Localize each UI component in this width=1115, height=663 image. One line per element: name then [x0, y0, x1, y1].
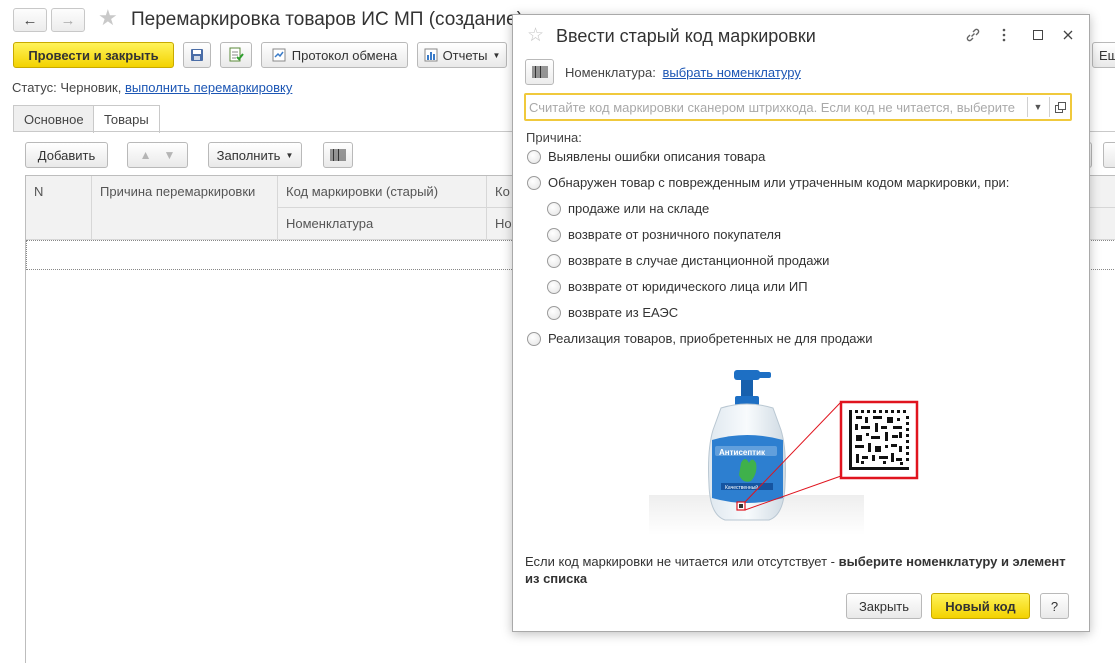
- tab-main[interactable]: Основное: [13, 105, 95, 132]
- tab-goods[interactable]: Товары: [93, 105, 160, 133]
- maximize-icon[interactable]: [1028, 25, 1048, 45]
- product-illustration: Антисептик Качественный: [649, 360, 921, 535]
- close-button[interactable]: Закрыть: [846, 593, 922, 619]
- reason-option-remote-sale-return[interactable]: возврате в случае дистанционной продажи: [547, 253, 829, 268]
- open-form-icon[interactable]: [1050, 97, 1070, 117]
- radio-button[interactable]: [527, 175, 541, 190]
- radio-button[interactable]: [547, 227, 561, 242]
- hint-plain: Если код маркировки не читается или отсу…: [525, 554, 835, 569]
- reason-option-label: Выявлены ошибки описания товара: [548, 149, 766, 164]
- reason-option-label: возврате из ЕАЭС: [568, 305, 679, 320]
- document-title: Перемаркировка товаров ИС МП (создание): [131, 9, 524, 30]
- floppy-disk-icon: [191, 49, 203, 61]
- move-down-icon[interactable]: ▼: [164, 148, 176, 162]
- reason-option-label: Обнаружен товар с поврежденным или утрач…: [548, 175, 1010, 190]
- radio-button[interactable]: [547, 305, 561, 320]
- reason-option-label: возврате в случае дистанционной продажи: [568, 253, 830, 268]
- save-button[interactable]: [183, 42, 211, 68]
- chevron-down-icon: ▼: [492, 50, 501, 60]
- more-vert-icon[interactable]: [994, 25, 1014, 45]
- reason-option-legal-entity-return[interactable]: возврате от юридического лица или ИП: [547, 279, 808, 294]
- chevron-down-icon: ▼: [285, 150, 294, 160]
- hint-text: Если код маркировки не читается или отсу…: [525, 553, 1080, 587]
- radio-button[interactable]: [527, 149, 541, 164]
- reason-option-label: продаже или на складе: [568, 201, 710, 216]
- table-extra-button-2[interactable]: [1103, 142, 1115, 168]
- column-header-n[interactable]: N: [26, 176, 92, 240]
- reason-option-not-for-sale[interactable]: Реализация товаров, приобретенных не для…: [527, 331, 873, 346]
- scan-code-input[interactable]: [529, 97, 1025, 117]
- radio-button[interactable]: [547, 279, 561, 294]
- back-button[interactable]: ←: [13, 8, 47, 32]
- column-header-nomenclature[interactable]: Номенклатура: [278, 208, 487, 240]
- radio-button[interactable]: [547, 253, 561, 268]
- exchange-log-icon: [272, 48, 286, 62]
- help-button[interactable]: ?: [1040, 593, 1069, 619]
- reports-icon: [424, 48, 438, 62]
- forward-button[interactable]: →: [51, 8, 85, 32]
- select-nomenclature-link[interactable]: выбрать номенклатуру: [662, 65, 800, 80]
- scan-barcode-button[interactable]: [323, 142, 353, 168]
- reason-option-retail-return[interactable]: возврате от розничного покупателя: [547, 227, 781, 242]
- datamatrix-code-icon: [849, 410, 909, 470]
- more-button[interactable]: Еще: [1092, 42, 1115, 68]
- nomenclature-row: Номенклатура: выбрать номенклатуру: [565, 65, 801, 80]
- dialog-title: Ввести старый код маркировки: [556, 26, 816, 46]
- post-and-close-button[interactable]: Провести и закрыть: [13, 42, 174, 68]
- dropdown-chevron-icon[interactable]: ▼: [1028, 97, 1048, 117]
- status-value: Черновик,: [60, 80, 122, 95]
- reason-label: Причина:: [526, 130, 582, 145]
- reason-option-label: возврате от юридического лица или ИП: [568, 279, 808, 294]
- radio-button[interactable]: [527, 331, 541, 346]
- product-sublabel-text: Качественный: [725, 484, 758, 491]
- reason-option-label: возврате от розничного покупателя: [568, 227, 782, 242]
- arrow-left-icon: ←: [22, 11, 38, 29]
- scan-code-field: ▼: [524, 93, 1072, 121]
- link-icon[interactable]: [963, 25, 983, 45]
- column-header-old-code[interactable]: Код маркировки (старый): [278, 176, 487, 208]
- exchange-log-button[interactable]: Протокол обмена: [261, 42, 408, 68]
- move-rows-group: ▲ ▼: [127, 142, 188, 168]
- more-label: Еще: [1099, 47, 1115, 63]
- add-row-button[interactable]: Добавить: [25, 142, 108, 168]
- reason-option-description-errors[interactable]: Выявлены ошибки описания товара: [527, 149, 765, 164]
- column-header-reason[interactable]: Причина перемаркировки: [92, 176, 278, 240]
- enter-old-code-dialog: ☆ Ввести старый код маркировки Номенклат…: [512, 14, 1090, 632]
- nomenclature-label: Номенклатура:: [565, 65, 656, 80]
- favorite-star-icon[interactable]: ☆: [527, 26, 544, 45]
- status-row: Статус: Черновик, выполнить перемаркиров…: [12, 80, 292, 95]
- barcode-icon: [532, 66, 547, 78]
- barcode-icon: [330, 149, 346, 161]
- exchange-log-label: Протокол обмена: [291, 47, 398, 63]
- move-up-icon[interactable]: ▲: [140, 148, 152, 162]
- fill-label: Заполнить: [216, 147, 281, 163]
- reason-option-damaged-code[interactable]: Обнаружен товар с поврежденным или утрач…: [527, 175, 1009, 190]
- sanitizer-bottle-picture: Антисептик Качественный: [649, 370, 919, 535]
- new-code-button[interactable]: Новый код: [931, 593, 1030, 619]
- product-label-text: Антисептик: [719, 448, 766, 457]
- status-label: Статус:: [12, 80, 57, 95]
- radio-button[interactable]: [547, 201, 561, 216]
- post-document-icon: [229, 47, 244, 62]
- reason-option-label: Реализация товаров, приобретенных не для…: [548, 331, 873, 346]
- post-button[interactable]: [220, 42, 252, 68]
- perform-remarking-link[interactable]: выполнить перемаркировку: [125, 80, 292, 95]
- scan-barcode-button[interactable]: [525, 59, 554, 85]
- reason-option-sale-warehouse[interactable]: продаже или на складе: [547, 201, 709, 216]
- fill-dropdown-button[interactable]: Заполнить ▼: [208, 142, 302, 168]
- favorite-star-icon[interactable]: ★: [98, 7, 118, 29]
- reports-label: Отчеты: [442, 47, 488, 63]
- reason-option-eaeu-return[interactable]: возврате из ЕАЭС: [547, 305, 678, 320]
- close-icon[interactable]: [1058, 25, 1078, 45]
- reports-dropdown-button[interactable]: Отчеты ▼: [417, 42, 507, 68]
- arrow-right-icon: →: [60, 11, 76, 29]
